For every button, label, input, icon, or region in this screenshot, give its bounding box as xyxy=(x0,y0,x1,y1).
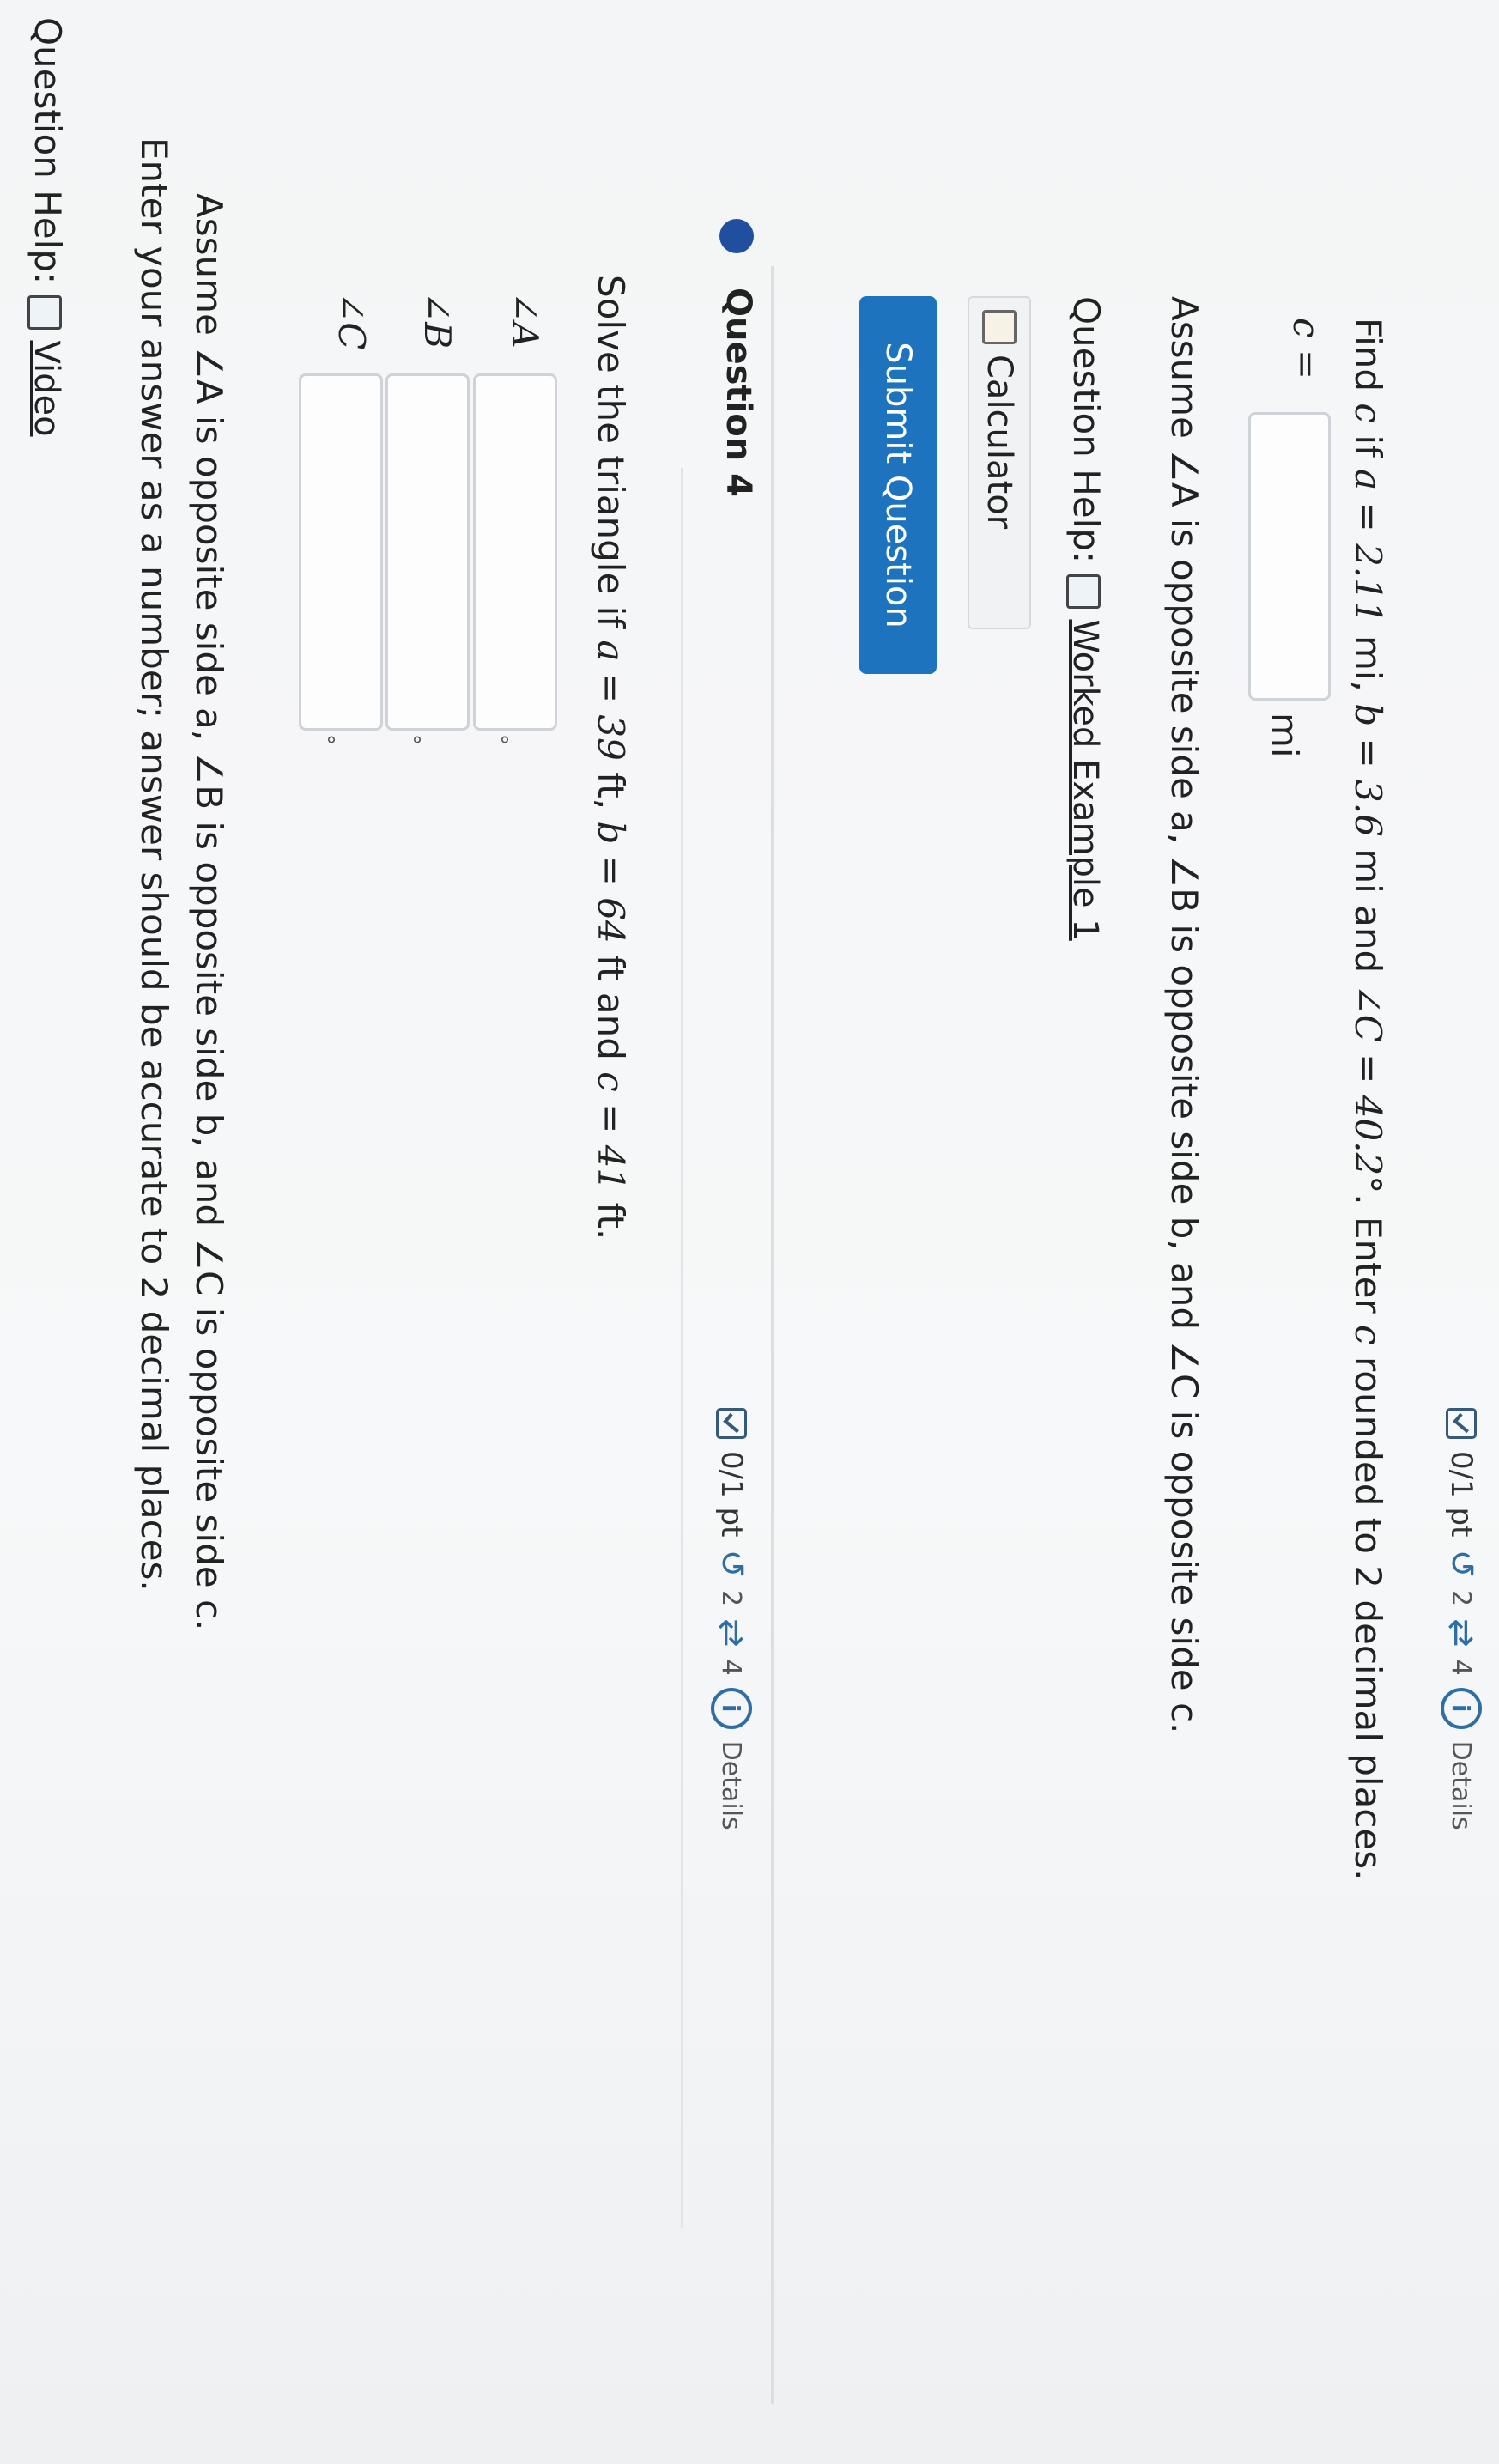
angle-c-input[interactable] xyxy=(299,373,383,731)
question4-attempts: 4 xyxy=(716,1659,747,1676)
solve-text: Solve the triangle if xyxy=(590,275,632,629)
prompt-tail: . Enter xyxy=(1347,1193,1389,1314)
question3-points: 0/1 pt xyxy=(1444,1451,1478,1538)
angle-b-degree: ° xyxy=(398,734,424,745)
prompt-angle-c: ∠C = 40.2° xyxy=(1347,984,1389,1194)
question3-help: Question Help: Worked Example 1 xyxy=(1065,296,1108,941)
prompt-var-c: c xyxy=(1347,403,1389,423)
side-c-unit: ft. xyxy=(590,1202,632,1241)
answer-label-c: c = xyxy=(1285,318,1327,380)
question3-meta: 0/1 pt ↺ 2 ⇄ 4 i Details xyxy=(1441,1408,1482,1830)
info-icon[interactable]: i xyxy=(1441,1687,1482,1729)
angle-a-label: ∠A xyxy=(504,292,546,349)
angle-c-degree: ° xyxy=(313,734,338,745)
question3-answer-unit: mi xyxy=(1264,713,1306,758)
screen-content: 0/1 pt ↺ 2 ⇄ 4 i Details Find c if a = 2… xyxy=(0,0,1499,2464)
angle-a-input[interactable] xyxy=(473,373,557,731)
retry-icon: ↺ xyxy=(1441,1549,1481,1578)
question4-assume-text: Assume ∠A is opposite side a, ∠B is oppo… xyxy=(188,193,230,1631)
prompt-a: a = 2.11 xyxy=(1347,469,1389,624)
prompt-end: rounded to 2 decimal places. xyxy=(1347,1356,1389,1881)
attempts-icon: ⇄ xyxy=(712,1618,751,1648)
prompt-b: b = 3.6 xyxy=(1347,703,1389,837)
question4-details-link[interactable]: Details xyxy=(717,1741,747,1830)
calculator-icon xyxy=(982,310,1017,344)
question3-answer-label: c = xyxy=(1285,318,1327,379)
c-answer-input[interactable] xyxy=(1248,412,1331,701)
prompt-var-c2: c xyxy=(1347,1325,1389,1345)
side-b-unit: ft and xyxy=(590,955,632,1060)
prompt-a-unit: mi, xyxy=(1347,634,1389,692)
question4-header-divider xyxy=(681,468,683,2228)
question4-retries: 2 xyxy=(716,1589,747,1607)
angle-b-label: ∠B xyxy=(416,292,458,349)
question4-help-label: Question Help: xyxy=(27,17,69,285)
video-link[interactable]: Video xyxy=(27,340,66,436)
question4-help: Question Help: Video xyxy=(27,17,69,437)
side-a: a = 39 xyxy=(590,640,632,761)
retry-icon: ↺ xyxy=(712,1549,751,1578)
submit-question-label: Submit Question xyxy=(878,342,918,628)
question4-meta: 0/1 pt ↺ 2 ⇄ 4 i Details xyxy=(711,1408,752,1830)
calculator-button[interactable]: Calculator xyxy=(968,296,1031,629)
calculator-label: Calculator xyxy=(980,355,1019,530)
prompt-b-unit: mi and xyxy=(1347,848,1389,974)
question3-help-label: Question Help: xyxy=(1065,296,1108,564)
question4-prompt: Solve the triangle if a = 39 ft, b = 64 … xyxy=(590,275,632,1240)
attempts-icon: ⇄ xyxy=(1441,1618,1481,1648)
checkbox-icon xyxy=(1446,1408,1477,1439)
angle-a-degree: ° xyxy=(486,734,512,745)
question3-assume-text: Assume ∠A is opposite side a, ∠B is oppo… xyxy=(1163,296,1205,1734)
side-a-unit: ft, xyxy=(590,772,632,810)
video-icon xyxy=(27,295,63,331)
info-icon[interactable]: i xyxy=(711,1687,752,1729)
checkbox-icon xyxy=(716,1408,747,1439)
prompt-find: Find xyxy=(1347,318,1389,392)
worked-example-link[interactable]: Worked Example 1 xyxy=(1065,619,1105,940)
question3-prompt: Find c if a = 2.11 mi, b = 3.6 mi and ∠C… xyxy=(1347,318,1389,1880)
question3-retries: 2 xyxy=(1446,1589,1477,1607)
submit-question-button[interactable]: Submit Question xyxy=(859,296,937,674)
worked-example-icon xyxy=(1066,574,1101,610)
question4-points: 0/1 pt xyxy=(714,1451,749,1538)
question-divider xyxy=(771,266,774,2404)
question4-title: Question 4 xyxy=(719,288,758,497)
question4-status-dot xyxy=(719,219,754,253)
question4-enter-text: Enter your answer as a number; answer sh… xyxy=(133,137,175,1592)
side-b: b = 64 xyxy=(590,821,632,944)
question3-attempts: 4 xyxy=(1446,1659,1477,1676)
question3-details-link[interactable]: Details xyxy=(1447,1741,1477,1830)
angle-c-label: ∠C xyxy=(331,292,373,350)
angle-b-input[interactable] xyxy=(385,373,470,731)
prompt-if: if xyxy=(1347,434,1389,458)
side-c: c = 41 xyxy=(590,1071,632,1192)
